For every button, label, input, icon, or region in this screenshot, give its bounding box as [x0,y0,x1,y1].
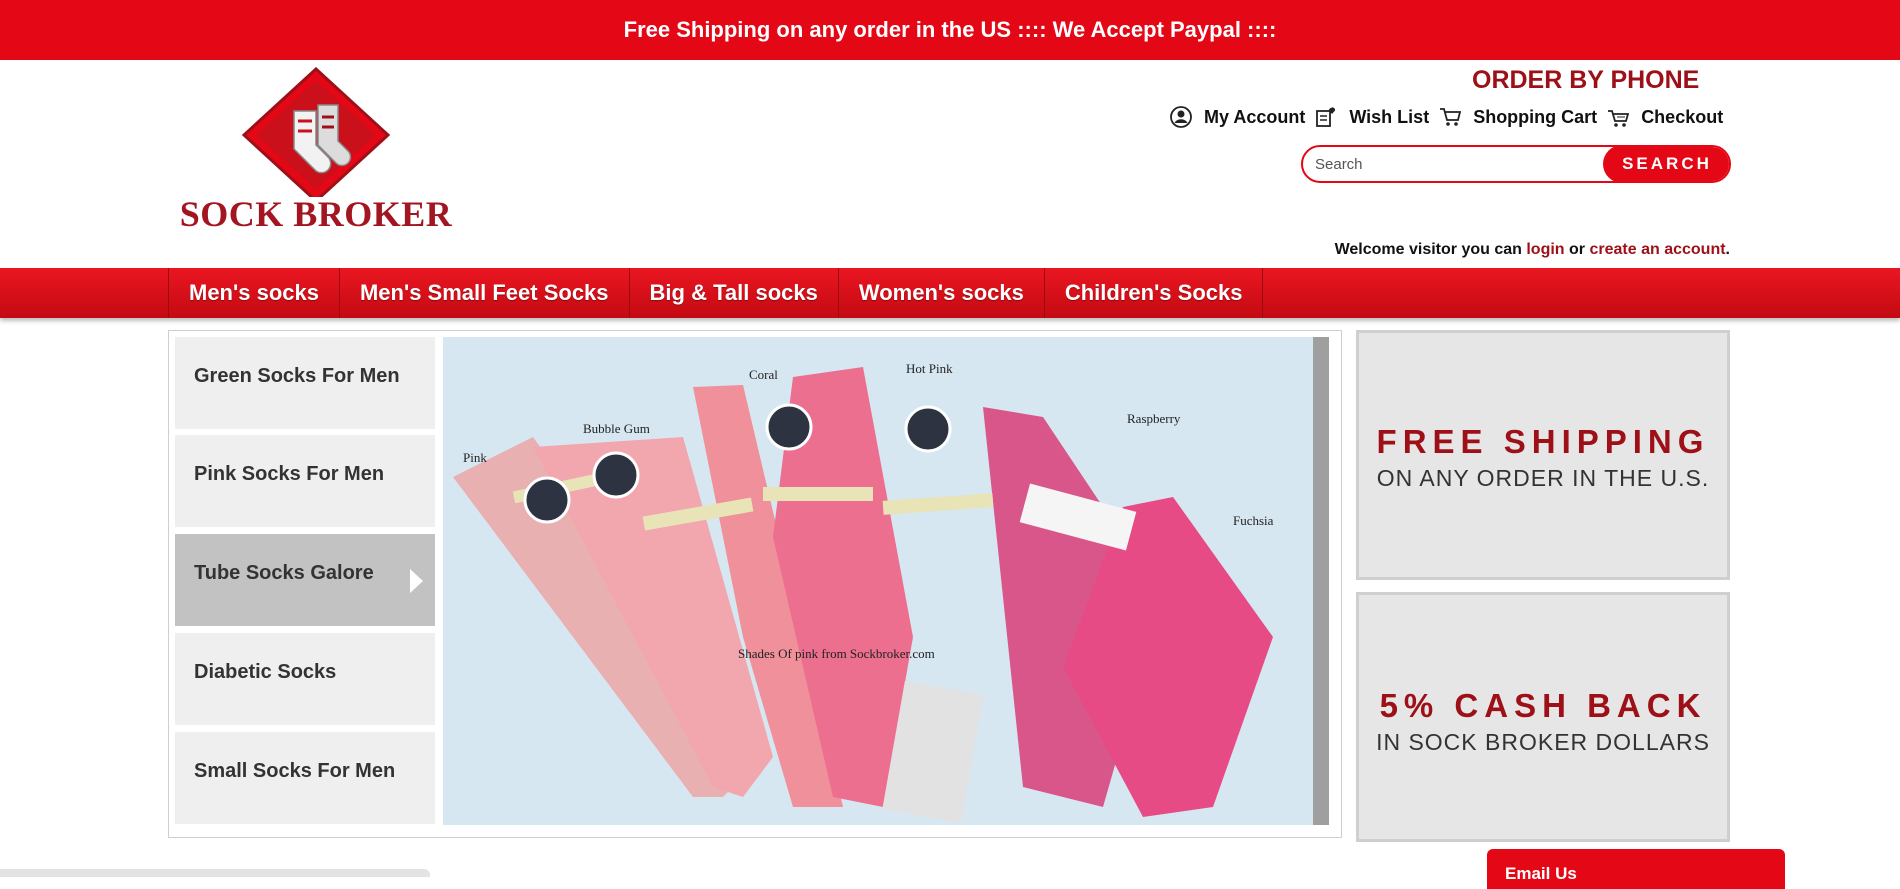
slider-tab-label: Small Socks For Men [194,760,396,782]
my-account-label: My Account [1204,106,1306,127]
nav-big-tall-socks[interactable]: Big & Tall socks [630,268,839,318]
bottom-bar [0,869,430,877]
nav-childrens-socks[interactable]: Children's Socks [1045,268,1264,318]
slider-tab-diabetic-socks[interactable]: Diabetic Socks [175,633,435,725]
nav-womens-socks[interactable]: Women's socks [839,268,1045,318]
account-links: My Account Wish List Shopping Cart Check… [1170,106,1733,128]
search-box: SEARCH [1301,145,1731,183]
nav-mens-small-feet-socks[interactable]: Men's Small Feet Socks [340,268,630,318]
announcement-bar: Free Shipping on any order in the US :::… [0,0,1900,60]
search-input[interactable] [1315,147,1595,181]
order-by-phone[interactable]: ORDER BY PHONE [1472,66,1699,95]
login-link[interactable]: login [1526,241,1564,258]
announcement-text: Free Shipping on any order in the US :::… [623,17,1277,42]
cart-icon [1440,108,1462,126]
sock-label-raspberry: Raspberry [1127,411,1181,426]
slide-caption: Shades Of pink from Sockbroker.com [738,646,935,661]
slider-tab-label: Pink Socks For Men [194,463,385,485]
slide-image[interactable]: Pink Bubble Gum Coral Hot Pink Raspberry… [443,337,1329,825]
main-nav: Men's socks Men's Small Feet Socks Big &… [0,268,1900,318]
shopping-cart-link[interactable]: Shopping Cart [1439,106,1597,128]
slider-tab-small-socks[interactable]: Small Socks For Men [175,732,435,824]
sock-label-coral: Coral [749,367,778,382]
slider-tab-pink-socks[interactable]: Pink Socks For Men [175,435,435,527]
logo-diamond-icon [241,67,391,197]
promo-headline: FREE SHIPPING [1376,423,1710,460]
promo-subline: IN SOCK BROKER DOLLARS [1376,729,1710,755]
slider-tab-label: Diabetic Socks [194,661,337,683]
logo[interactable]: SOCK BROKER [166,67,466,237]
create-account-link[interactable]: create an account [1589,241,1725,258]
wish-list-link[interactable]: Wish List [1315,106,1429,128]
slider-tab-tube-socks[interactable]: Tube Socks Galore [175,534,435,626]
promo-headline: 5% CASH BACK [1379,687,1707,724]
cash-back-banner[interactable]: 5% CASH BACK IN SOCK BROKER DOLLARS [1356,592,1730,842]
nav-mens-socks[interactable]: Men's socks [168,268,340,318]
checkout-cart-icon [1608,110,1630,127]
sock-label-bubble-gum: Bubble Gum [583,421,650,436]
logo-text: SOCK BROKER [179,194,453,234]
sock-label-fuchsia: Fuchsia [1233,513,1274,528]
welcome-prefix: Welcome visitor you can [1334,241,1522,258]
slider-tab-label: Green Socks For Men [194,365,400,387]
welcome-message: Welcome visitor you can login or create … [1335,241,1730,259]
checkout-link[interactable]: Checkout [1607,106,1723,128]
pink-socks-photo: Pink Bubble Gum Coral Hot Pink Raspberry… [443,337,1329,825]
user-icon [1170,106,1192,128]
slider-tab-green-socks[interactable]: Green Socks For Men [175,337,435,429]
promo-subline: ON ANY ORDER IN THE U.S. [1376,465,1710,491]
wishlist-icon [1316,107,1336,127]
sock-label-hot-pink: Hot Pink [906,361,953,376]
email-us-tab[interactable]: Email Us [1487,849,1785,889]
shopping-cart-label: Shopping Cart [1473,106,1598,127]
my-account-link[interactable]: My Account [1170,106,1305,128]
wish-list-label: Wish List [1349,106,1430,127]
slider-tab-label: Tube Socks Galore [194,562,374,584]
welcome-suffix: . [1725,241,1730,258]
free-shipping-banner[interactable]: FREE SHIPPING ON ANY ORDER IN THE U.S. [1356,330,1730,580]
active-arrow-icon [410,569,423,593]
checkout-label: Checkout [1641,106,1724,127]
welcome-or: or [1569,241,1586,258]
search-button[interactable]: SEARCH [1603,147,1729,181]
sock-label-pink: Pink [463,450,487,465]
featured-slider: Green Socks For Men Pink Socks For Men T… [168,330,1342,838]
